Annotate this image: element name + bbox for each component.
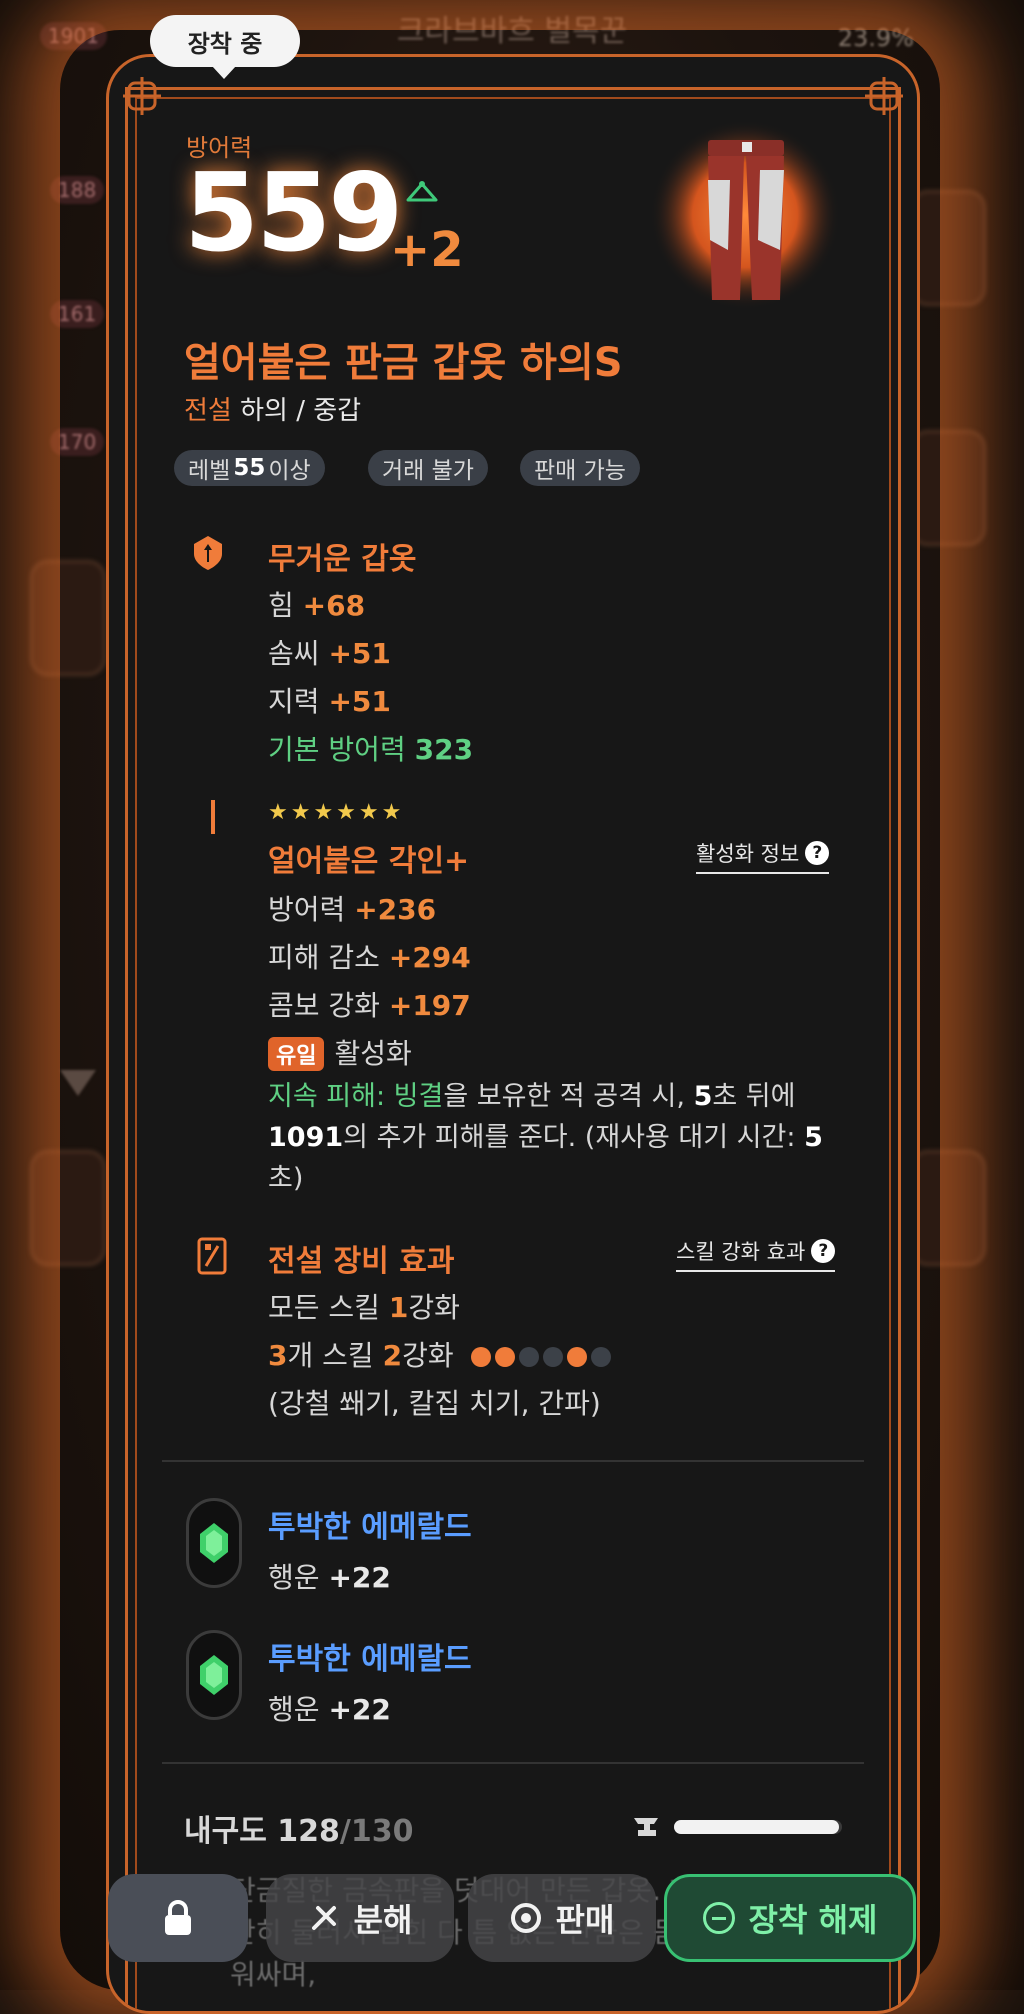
anvil-repair-icon — [634, 1818, 658, 1836]
item-slot-type: 하의 / 중갑 — [240, 396, 362, 426]
stat-row: 콤보 강화 +197 — [268, 989, 471, 1022]
stat-row: 피해 감소 +294 — [268, 941, 471, 974]
equipped-badge: 장착 중 — [150, 15, 300, 79]
defense-value: 559 — [184, 151, 403, 276]
section-divider — [162, 1762, 864, 1764]
gem-stat: 행운 +22 — [268, 1561, 391, 1594]
disassemble-icon — [311, 1906, 336, 1930]
stat-row: 솜씨 +51 — [268, 637, 391, 670]
gem-name: 투박한 에메랄드 — [268, 1510, 472, 1545]
engraving-description: 지속 피해: 빙결을 보유한 적 공격 시, 5초 뒤에 1091의 추가 피해… — [268, 1081, 823, 1194]
activation-info-link[interactable]: 활성화 정보 ? — [696, 838, 830, 874]
level-requirement-tag: 레벨 55 이상 — [174, 450, 325, 486]
durability-bar-fill — [674, 1820, 840, 1834]
armor-shield-icon — [194, 536, 222, 570]
gem-socket — [186, 1630, 242, 1720]
base-section-title: 무거운 갑옷 — [268, 542, 417, 577]
sell-tag: 판매 가능 — [520, 450, 640, 486]
knot-ornament-icon — [865, 77, 903, 115]
disassemble-button[interactable]: 분해 — [266, 1874, 454, 1962]
stat-row: 지력 +51 — [268, 685, 391, 718]
emerald-gem-icon — [200, 1655, 228, 1695]
skill-enhance-info-link[interactable]: 스킬 강화 효과 ? — [676, 1236, 836, 1272]
engraving-stars: ★★★★★★ — [268, 800, 405, 825]
legend-effect-icon — [197, 1237, 227, 1275]
sell-button[interactable]: 판매 — [468, 1874, 656, 1962]
emerald-gem-icon — [200, 1523, 228, 1563]
question-icon: ? — [811, 1239, 836, 1263]
lock-icon — [165, 1900, 191, 1935]
question-icon: ? — [805, 841, 830, 865]
legend-effect-line1: 모든 스킬 1강화 — [268, 1291, 460, 1324]
unique-badge: 유일 — [268, 1037, 325, 1071]
gem-stat: 행운 +22 — [268, 1693, 391, 1726]
durability-label: 내구도 128/130 — [184, 1814, 414, 1849]
stat-row: 힘 +68 — [268, 589, 366, 622]
legend-effect-title: 전설 장비 효과 — [268, 1244, 455, 1279]
base-defense-row: 기본 방어력 323 — [268, 733, 474, 766]
section-divider — [162, 1460, 864, 1462]
item-name: 얼어붙은 판금 갑옷 하의S — [184, 340, 623, 386]
trade-tag: 거래 불가 — [368, 450, 488, 486]
durability-bar — [674, 1820, 842, 1834]
engraving-marker — [211, 800, 215, 834]
legend-effect-skills: (강철 쐐기, 칼집 치기, 간파) — [268, 1387, 601, 1420]
engraving-title: 얼어붙은 각인+ — [268, 844, 470, 879]
item-type: 전설 하의 / 중갑 — [184, 390, 361, 427]
stat-row: 방어력 +236 — [268, 893, 437, 926]
legend-effect-line2: 3개 스킬 2강화 — [268, 1334, 611, 1374]
gem-name: 투박한 에메랄드 — [268, 1642, 472, 1677]
lock-button[interactable] — [108, 1874, 248, 1962]
gem-socket — [186, 1498, 242, 1588]
unequip-button[interactable]: 장착 해제 — [664, 1874, 916, 1962]
coin-icon — [510, 1903, 541, 1933]
unique-activation-row: 유일 활성화 — [268, 1032, 412, 1072]
item-pants-image — [650, 120, 840, 310]
item-grade: 전설 — [184, 396, 232, 426]
skill-level-dots — [470, 1347, 611, 1367]
knot-ornament-icon — [123, 77, 161, 115]
defense-bonus: +2 — [390, 222, 464, 278]
upgrade-hanger-icon — [406, 181, 438, 202]
minus-circle-icon — [702, 1902, 735, 1934]
